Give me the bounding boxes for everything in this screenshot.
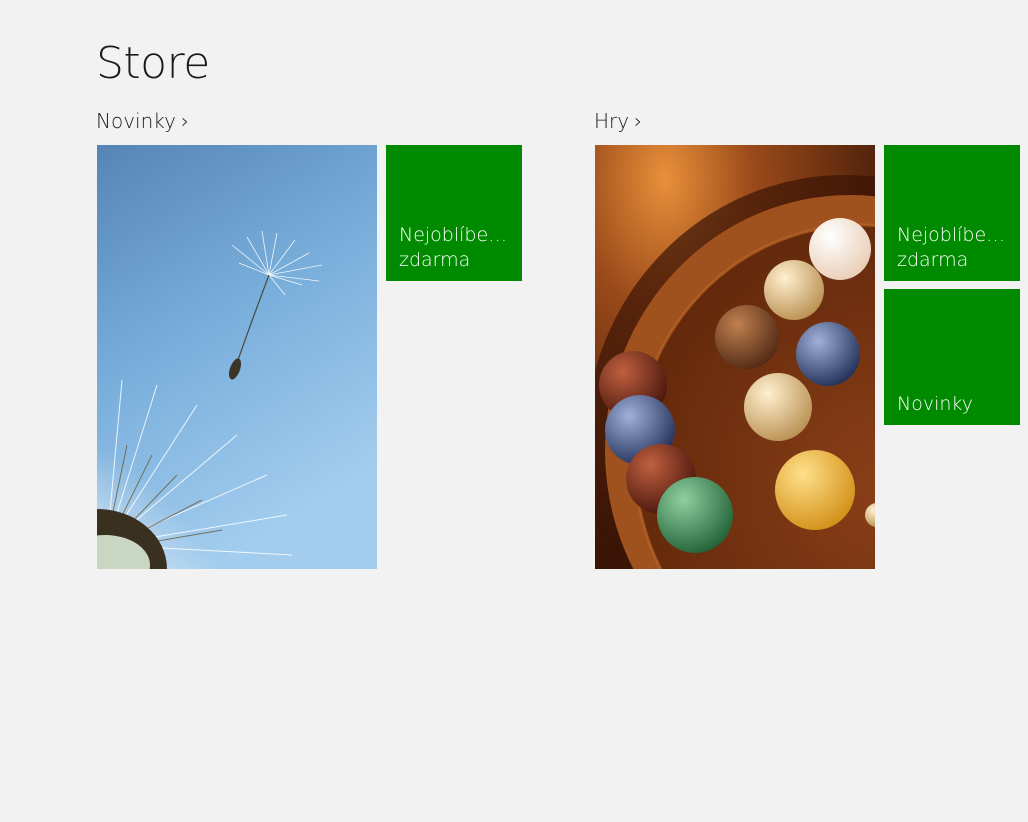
tile-games-top-free-line1: Nejoblíbe… [897,224,1006,246]
tile-top-free-line1: Nejoblíbe… [399,224,508,246]
group-header-hry[interactable]: Hry › [594,108,642,134]
group-header-novinky[interactable]: Novinky › [96,108,189,134]
hero-tile-marbles[interactable] [595,145,875,569]
marbles-board-image [595,145,875,569]
group-header-label: Hry [594,109,630,133]
tile-games-new-label: Novinky [897,393,973,415]
dandelion-seed-image [97,145,377,569]
tile-games-top-free[interactable]: Nejoblíbe… zdarma [884,145,1020,281]
tile-games-new[interactable]: Novinky [884,289,1020,425]
tile-games-top-free-line2: zdarma [897,249,969,271]
tile-top-free[interactable]: Nejoblíbe… zdarma [386,145,522,281]
chevron-right-icon: › [180,109,189,133]
page-title: Store [96,38,210,89]
store-app: Store Novinky › Nejoblíbe… zdarma Hry › … [0,0,1028,822]
chevron-right-icon: › [634,109,643,133]
tile-top-free-line2: zdarma [399,249,471,271]
hero-tile-dandelion[interactable] [97,145,377,569]
group-header-label: Novinky [96,109,176,133]
